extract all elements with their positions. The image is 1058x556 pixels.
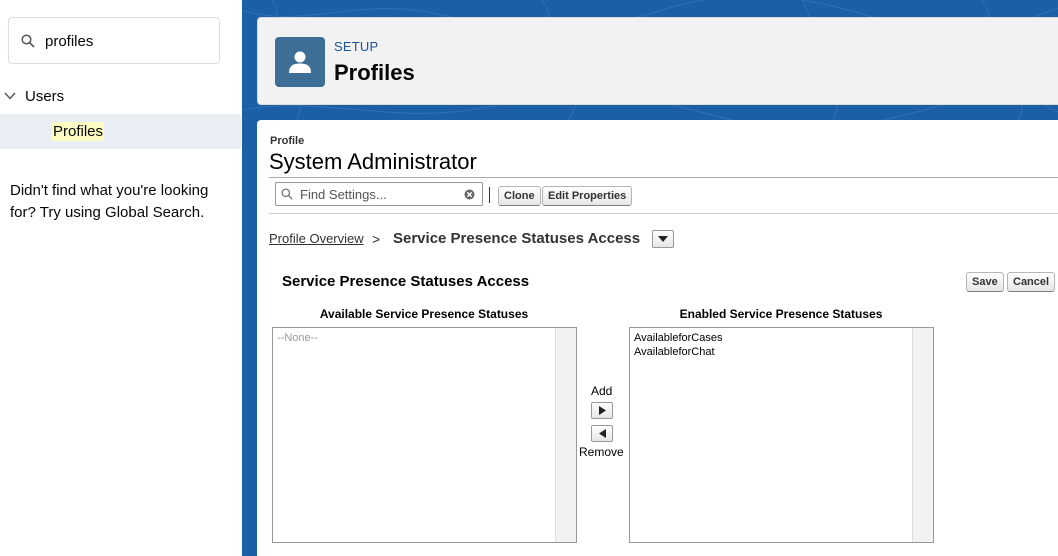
quick-find-input[interactable]: profiles (45, 33, 93, 50)
find-settings-placeholder: Find Settings... (300, 187, 387, 202)
available-statuses-listbox[interactable]: --None-- (272, 327, 577, 543)
toolbar-divider-top (269, 177, 1058, 178)
scrollbar[interactable] (555, 328, 576, 542)
list-item[interactable]: AvailableforCases (634, 332, 722, 344)
save-button[interactable]: Save (966, 272, 1004, 292)
tree-node-users-label: Users (25, 88, 65, 105)
scrollbar[interactable] (912, 328, 933, 542)
section-title: Service Presence Statuses Access (282, 273, 530, 290)
setup-breadcrumb-label: SETUP (334, 39, 379, 54)
tree-node-profiles[interactable]: Profiles (0, 114, 241, 149)
user-icon (289, 51, 311, 73)
main-content-area: SETUP Profiles Profile System Administra… (242, 0, 1058, 556)
list-item[interactable]: AvailableforChat (634, 346, 715, 358)
breadcrumb-current: Service Presence Statuses Access (393, 230, 641, 247)
enabled-statuses-header: Enabled Service Presence Statuses (679, 307, 883, 321)
quick-find-search-box[interactable]: profiles (8, 17, 220, 64)
page-header: SETUP Profiles (257, 17, 1058, 105)
global-search-help-text: Didn't find what you're looking for? Try… (10, 182, 209, 221)
find-settings-input[interactable]: Find Settings... (275, 182, 483, 206)
toolbar-divider-bottom (269, 213, 1058, 214)
chevron-down-icon[interactable] (4, 92, 16, 100)
enabled-statuses-listbox[interactable]: AvailableforCases AvailableforChat (629, 327, 934, 543)
profile-name: System Administrator (269, 149, 477, 174)
profile-content-card: Profile System Administrator Find Settin… (257, 120, 1058, 556)
profiles-header-icon (275, 37, 325, 87)
available-statuses-header: Available Service Presence Statuses (319, 307, 529, 321)
search-icon (21, 34, 35, 48)
setup-sidebar: profiles Users Profiles Didn't find what… (0, 0, 243, 556)
breadcrumb-separator: > (372, 231, 381, 247)
tree-node-users[interactable]: Users (0, 86, 241, 108)
profile-overview-link[interactable]: Profile Overview (269, 231, 364, 246)
toolbar-separator (489, 187, 490, 203)
caret-down-icon (658, 236, 668, 242)
edit-properties-button[interactable]: Edit Properties (542, 186, 633, 206)
page-title: Profiles (334, 60, 415, 85)
remove-button[interactable] (591, 425, 613, 442)
list-item[interactable]: --None-- (277, 332, 318, 344)
profile-label: Profile (270, 135, 305, 147)
search-icon (281, 188, 293, 200)
arrow-right-icon (599, 406, 606, 415)
breadcrumb-dropdown-button[interactable] (652, 230, 674, 248)
cancel-button[interactable]: Cancel (1007, 272, 1056, 292)
add-button[interactable] (591, 402, 613, 419)
clear-icon[interactable] (464, 189, 475, 200)
tree-node-profiles-label[interactable]: Profiles (52, 122, 105, 141)
arrow-left-icon (599, 429, 606, 438)
add-label: Add (591, 384, 613, 398)
clone-button[interactable]: Clone (498, 186, 541, 206)
remove-label: Remove (579, 445, 624, 459)
